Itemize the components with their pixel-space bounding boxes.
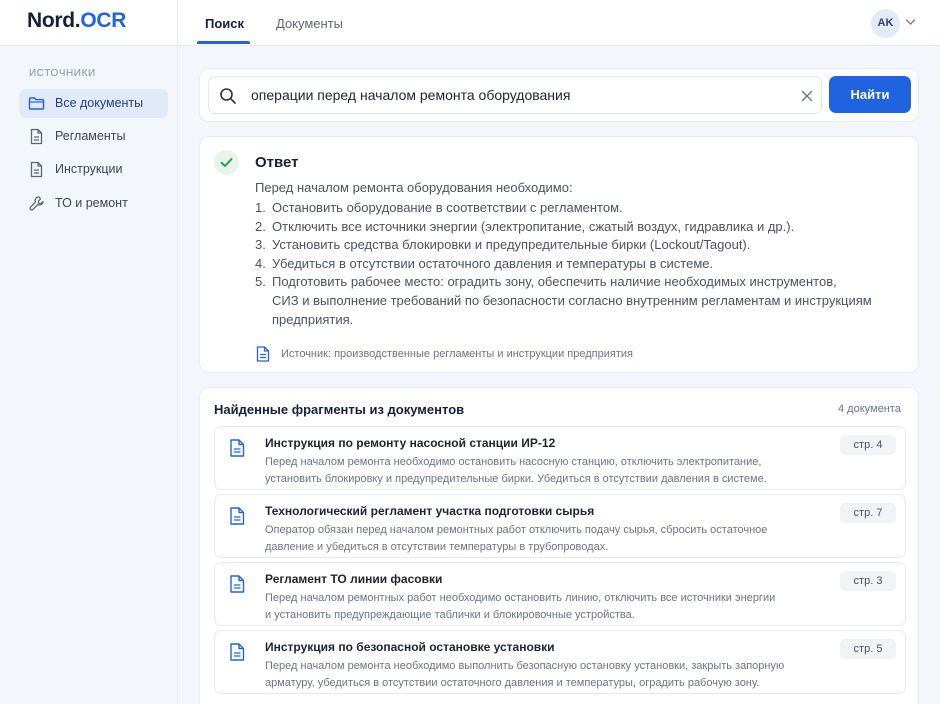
sidebar-item-label: ТО и ремонт bbox=[55, 196, 128, 210]
page-badge[interactable]: стр. 4 bbox=[840, 435, 896, 455]
find-button[interactable]: Найти bbox=[829, 76, 911, 113]
top-bar: Nord.OCR Поиск Документы AK bbox=[0, 0, 940, 46]
step-number: 3. bbox=[255, 237, 266, 253]
document-icon bbox=[230, 575, 245, 593]
sidebar-item-all-documents[interactable]: Все документы bbox=[19, 89, 168, 118]
source-document-icon bbox=[256, 346, 270, 362]
result-item[interactable]: Технологический регламент участка подгот… bbox=[214, 494, 906, 558]
step-text-line: предприятия. bbox=[272, 311, 354, 327]
answer-source: Источник: производственные регламенты и … bbox=[281, 348, 633, 360]
page-badge[interactable]: стр. 3 bbox=[840, 571, 896, 591]
result-snippet: Перед началом ремонта необходимо останов… bbox=[265, 454, 825, 488]
sidebar-item-regulations[interactable]: Регламенты bbox=[19, 122, 168, 151]
tab-documents[interactable]: Документы bbox=[276, 16, 343, 31]
snippet-line: Перед началом ремонта необходимо останов… bbox=[265, 456, 762, 468]
result-item[interactable]: Инструкция по ремонту насосной станции И… bbox=[214, 426, 906, 490]
sidebar-item-label: Инструкции bbox=[55, 162, 123, 176]
search-input[interactable] bbox=[251, 78, 781, 112]
page-badge[interactable]: стр. 5 bbox=[840, 639, 896, 659]
answer-step: 5. Подготовить рабочее место: оградить з… bbox=[255, 273, 875, 329]
snippet-line: Перед началом ремонтных работ необходимо… bbox=[265, 592, 776, 604]
sidebar-item-label: Все документы bbox=[55, 96, 144, 110]
results-title: Найденные фрагменты из документов bbox=[214, 402, 465, 417]
result-title[interactable]: Технологический регламент участка подгот… bbox=[265, 504, 594, 518]
step-text: Остановить оборудование в соответствии с… bbox=[272, 200, 623, 215]
snippet-line: арматуру, убедиться в отсутствии остаточ… bbox=[265, 677, 760, 689]
logo-accent-text: OCR bbox=[80, 9, 127, 32]
result-item[interactable]: Регламент ТО линии фасовки Перед началом… bbox=[214, 562, 906, 626]
answer-step: 3. Установить средства блокировки и пред… bbox=[255, 236, 875, 255]
clear-icon[interactable] bbox=[799, 88, 815, 104]
snippet-line: установить блокировку и предупредительны… bbox=[265, 473, 767, 485]
answer-title: Ответ bbox=[255, 154, 299, 171]
step-text-line: Подготовить рабочее место: оградить зону… bbox=[272, 274, 837, 290]
step-number: 5. bbox=[255, 274, 266, 290]
answer-step: 2. Отключить все источники энергии (элек… bbox=[255, 218, 875, 237]
result-snippet: Перед началом ремонта необходимо выполни… bbox=[265, 658, 825, 692]
results-panel: Найденные фрагменты из документов 4 доку… bbox=[199, 387, 919, 704]
document-icon bbox=[30, 161, 43, 178]
folder-icon bbox=[28, 97, 45, 110]
answer-panel: Ответ Перед началом ремонта оборудования… bbox=[199, 136, 919, 373]
answer-step: 4. Убедиться в отсутствии остаточного да… bbox=[255, 255, 875, 274]
step-number: 4. bbox=[255, 255, 266, 271]
step-text: Отключить все источники энергии (электро… bbox=[272, 218, 795, 234]
snippet-line: и установить предупреждающие таблички и … bbox=[265, 609, 635, 621]
result-title[interactable]: Регламент ТО линии фасовки bbox=[265, 572, 442, 586]
sidebar-item-instructions[interactable]: Инструкции bbox=[19, 155, 168, 184]
step-text: Установить средства блокировки и предупр… bbox=[272, 237, 751, 253]
answer-intro: Перед началом ремонта оборудования необх… bbox=[255, 180, 573, 195]
step-text-line: СИЗ и выполнение требований по безопасно… bbox=[272, 292, 872, 308]
app-logo[interactable]: Nord.OCR bbox=[27, 9, 126, 33]
wrench-icon bbox=[29, 196, 44, 211]
sidebar-item-label: Регламенты bbox=[55, 129, 126, 143]
search-icon bbox=[220, 88, 236, 104]
tab-search[interactable]: Поиск bbox=[205, 16, 244, 31]
document-icon bbox=[230, 507, 245, 525]
sidebar-heading: источники bbox=[29, 68, 96, 79]
chevron-down-icon[interactable] bbox=[905, 18, 916, 26]
snippet-line: давление и убедиться в отсутствии темпер… bbox=[265, 541, 609, 553]
document-icon bbox=[230, 439, 245, 457]
header-divider bbox=[177, 0, 178, 46]
answer-steps: 1. Остановить оборудование в соответстви… bbox=[255, 199, 875, 329]
logo-text: Nord. bbox=[27, 9, 81, 32]
page-badge[interactable]: стр. 7 bbox=[840, 503, 896, 523]
document-icon bbox=[230, 643, 245, 661]
answer-step: 1. Остановить оборудование в соответстви… bbox=[255, 199, 875, 218]
snippet-line: Оператор обязан перед началом ремонтных … bbox=[265, 524, 768, 536]
document-icon bbox=[30, 128, 43, 145]
result-title[interactable]: Инструкция по безопасной остановке устан… bbox=[265, 640, 555, 654]
snippet-line: Перед началом ремонта необходимо выполни… bbox=[265, 660, 785, 672]
sidebar-item-maintenance[interactable]: ТО и ремонт bbox=[19, 189, 168, 218]
step-text: Убедиться в отсутствии остаточного давле… bbox=[272, 255, 714, 271]
sidebar: источники Все документы Регламенты Инстр… bbox=[0, 46, 178, 704]
results-count: 4 документа bbox=[838, 403, 901, 415]
search-box bbox=[208, 76, 822, 114]
result-item[interactable]: Инструкция по безопасной остановке устан… bbox=[214, 630, 906, 694]
step-number: 2. bbox=[255, 218, 266, 234]
result-snippet: Оператор обязан перед началом ремонтных … bbox=[265, 522, 825, 556]
user-avatar[interactable]: AK bbox=[871, 9, 900, 38]
success-badge bbox=[214, 150, 239, 175]
result-title[interactable]: Инструкция по ремонту насосной станции И… bbox=[265, 436, 555, 450]
result-snippet: Перед началом ремонтных работ необходимо… bbox=[265, 590, 825, 624]
check-icon bbox=[220, 158, 233, 167]
step-number: 1. bbox=[255, 200, 266, 215]
active-tab-indicator bbox=[197, 41, 250, 44]
search-panel: Найти bbox=[199, 68, 919, 122]
